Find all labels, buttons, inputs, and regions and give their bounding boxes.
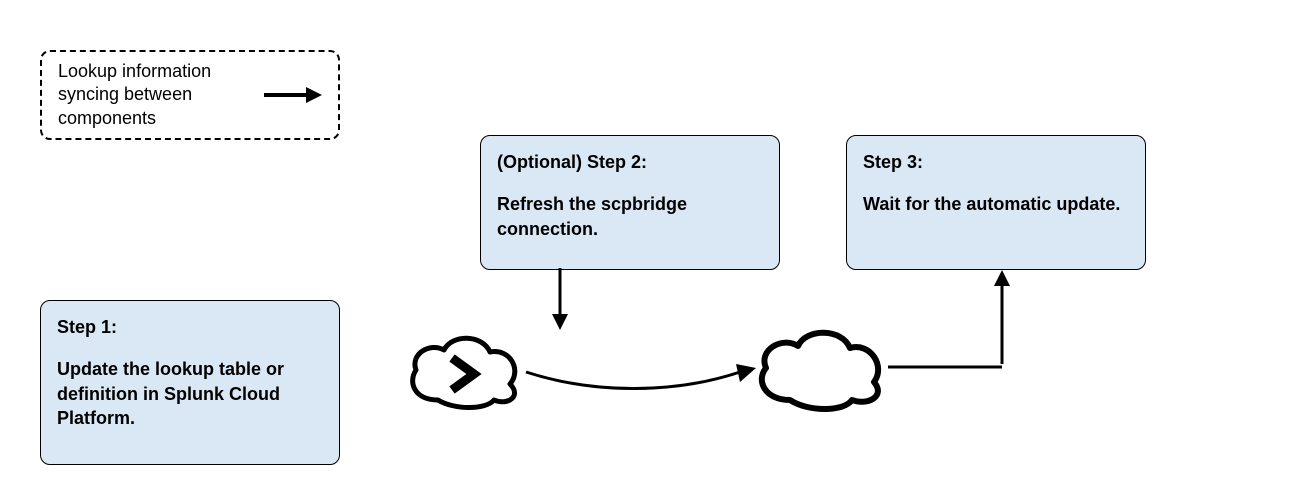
step2-box: (Optional) Step 2: Refresh the scpbridge… bbox=[480, 135, 780, 270]
connector-cloudb-to-step3-vertical bbox=[990, 268, 1014, 324]
legend-text: Lookup information syncing between compo… bbox=[58, 60, 246, 130]
connector-step2-to-clouda bbox=[548, 268, 572, 330]
cloud-icon bbox=[748, 324, 890, 412]
arrow-right-icon bbox=[262, 83, 322, 107]
step1-title: Step 1: bbox=[57, 315, 323, 339]
step2-title: (Optional) Step 2: bbox=[497, 150, 763, 174]
step1-box: Step 1: Update the lookup table or defin… bbox=[40, 300, 340, 465]
connector-cloudb-to-step3-horizontal bbox=[888, 358, 1002, 366]
step2-body: Refresh the scpbridge connection. bbox=[497, 192, 763, 241]
step3-box: Step 3: Wait for the automatic update. bbox=[846, 135, 1146, 270]
legend-box: Lookup information syncing between compo… bbox=[40, 50, 340, 140]
connector-clouda-to-cloudb bbox=[524, 338, 762, 398]
step3-title: Step 3: bbox=[863, 150, 1129, 174]
cloud-chevron-icon bbox=[400, 330, 525, 410]
step1-body: Update the lookup table or definition in… bbox=[57, 357, 323, 430]
step3-body: Wait for the automatic update. bbox=[863, 192, 1129, 216]
diagram-canvas: Lookup information syncing between compo… bbox=[0, 0, 1293, 504]
